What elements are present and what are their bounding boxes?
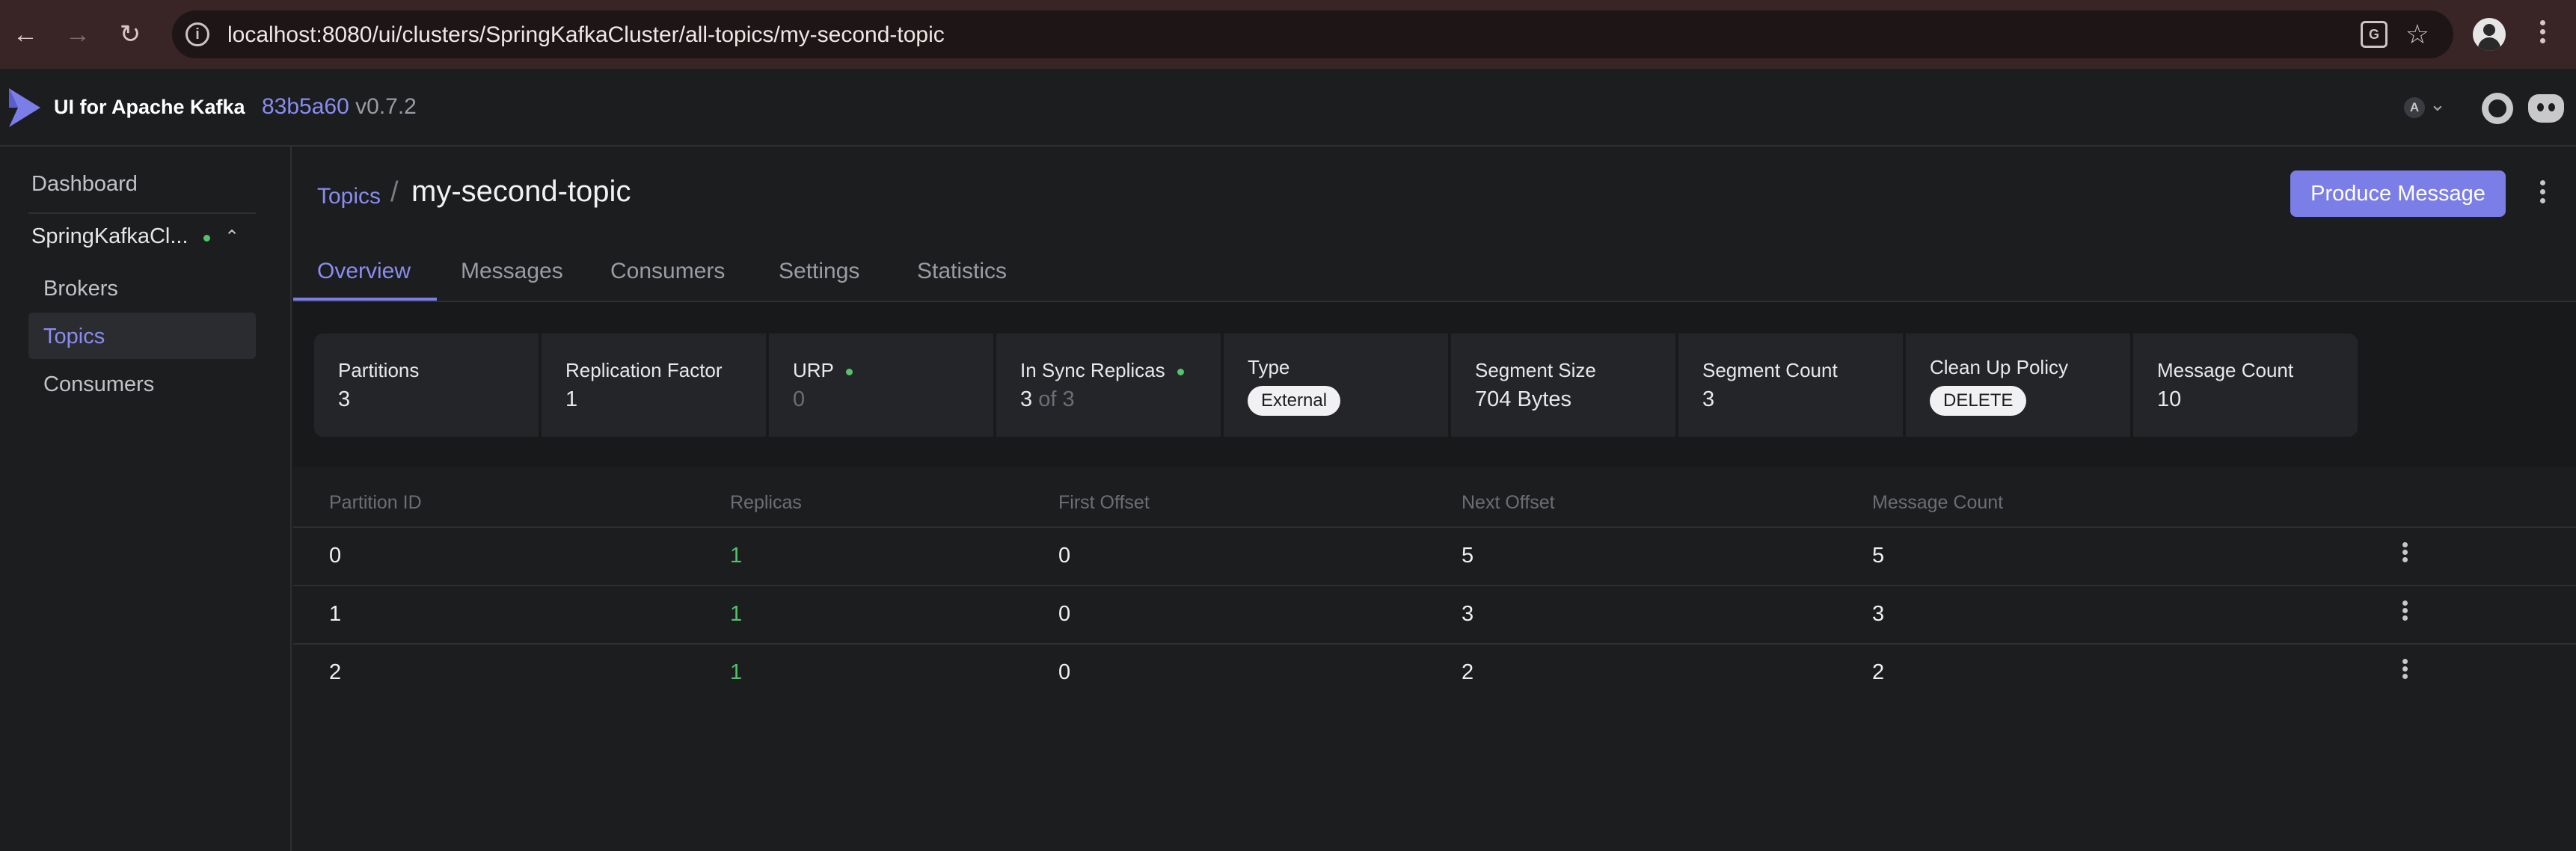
stat-value: 10 bbox=[2157, 387, 2182, 411]
stat-cleanup-policy: Clean Up Policy DELETE bbox=[1906, 334, 2130, 437]
stat-label: Message Count bbox=[2157, 359, 2294, 381]
topic-actions-kebab-icon[interactable] bbox=[2531, 176, 2554, 212]
table-divider bbox=[293, 526, 2576, 528]
app-header: UI for Apache Kafka 83b5a60 v0.7.2 A ⌄ bbox=[0, 69, 2576, 147]
produce-message-button[interactable]: Produce Message bbox=[2290, 170, 2506, 217]
stat-type: Type External bbox=[1224, 334, 1448, 437]
stat-value: 3 bbox=[1702, 387, 1715, 411]
stat-in-sync-replicas: In Sync Replicas 3 of 3 bbox=[996, 334, 1221, 437]
cell-first-offset: 0 bbox=[1058, 544, 1071, 568]
translate-icon[interactable]: G bbox=[2361, 21, 2388, 48]
cell-next-offset: 3 bbox=[1462, 602, 1474, 626]
stat-message-count: Message Count 10 bbox=[2133, 334, 2358, 437]
cleanup-policy-badge: DELETE bbox=[1930, 386, 2027, 416]
stat-label: URP bbox=[793, 359, 853, 382]
cluster-status-dot bbox=[203, 235, 210, 242]
stat-value: 0 bbox=[793, 387, 806, 411]
sidebar-divider bbox=[28, 212, 256, 214]
stat-label: Type bbox=[1248, 356, 1290, 378]
stat-label: In Sync Replicas bbox=[1020, 359, 1184, 382]
github-icon[interactable] bbox=[2482, 93, 2513, 124]
column-header-next-offset[interactable]: Next Offset bbox=[1462, 492, 1555, 514]
stat-segment-count: Segment Count 3 bbox=[1678, 334, 1903, 437]
sidebar-cluster-name[interactable]: SpringKafkaCl... bbox=[31, 224, 188, 249]
profile-icon[interactable] bbox=[2473, 18, 2506, 51]
cell-first-offset: 0 bbox=[1058, 602, 1071, 626]
cell-replicas: 1 bbox=[730, 602, 743, 626]
url-text[interactable]: localhost:8080/ui/clusters/SpringKafkaCl… bbox=[227, 22, 945, 48]
in-sync-status-dot bbox=[1177, 368, 1184, 375]
stat-value: 3 of 3 bbox=[1020, 387, 1075, 411]
chevron-down-icon: ⌄ bbox=[2429, 93, 2446, 115]
page-title: my-second-topic bbox=[411, 175, 631, 208]
back-icon[interactable]: ← bbox=[7, 16, 43, 52]
user-menu[interactable]: A ⌄ bbox=[2404, 93, 2452, 120]
column-header-replicas[interactable]: Replicas bbox=[730, 492, 802, 514]
sidebar-item-consumers[interactable]: Consumers bbox=[43, 372, 154, 397]
table-divider bbox=[293, 643, 2576, 645]
tab-settings[interactable]: Settings bbox=[779, 259, 859, 284]
browser-toolbar: ← → ↻ i localhost:8080/ui/clusters/Sprin… bbox=[0, 0, 2576, 69]
cell-replicas: 1 bbox=[730, 544, 743, 568]
stat-value: 3 bbox=[338, 387, 351, 411]
stat-label: Segment Size bbox=[1475, 359, 1596, 381]
tab-consumers[interactable]: Consumers bbox=[610, 259, 725, 284]
cell-partition-id: 1 bbox=[329, 602, 342, 626]
stat-label: Clean Up Policy bbox=[1930, 356, 2068, 378]
sidebar-item-brokers[interactable]: Brokers bbox=[43, 277, 118, 301]
tab-overview[interactable]: Overview bbox=[317, 259, 411, 284]
kafka-logo-icon[interactable] bbox=[6, 85, 43, 130]
forward-icon[interactable]: → bbox=[60, 16, 96, 52]
sidebar: Dashboard SpringKafkaCl... ⌄ Brokers Top… bbox=[0, 147, 292, 851]
column-header-partition-id[interactable]: Partition ID bbox=[329, 492, 422, 514]
cell-first-offset: 0 bbox=[1058, 660, 1071, 684]
cell-partition-id: 2 bbox=[329, 660, 342, 684]
sidebar-item-topics-label[interactable]: Topics bbox=[43, 325, 105, 349]
version-hash-link[interactable]: 83b5a60 bbox=[262, 94, 349, 119]
star-icon[interactable]: ☆ bbox=[2405, 16, 2429, 52]
stat-label: Partitions bbox=[338, 359, 420, 381]
type-badge: External bbox=[1248, 386, 1341, 416]
address-bar[interactable]: i localhost:8080/ui/clusters/SpringKafka… bbox=[172, 10, 2453, 58]
version-info: 83b5a60 v0.7.2 bbox=[262, 94, 417, 120]
cell-message-count: 5 bbox=[1872, 544, 1885, 568]
column-header-first-offset[interactable]: First Offset bbox=[1058, 492, 1150, 514]
stat-replication-factor: Replication Factor 1 bbox=[542, 334, 766, 437]
stat-label: Segment Count bbox=[1702, 359, 1838, 381]
cell-message-count: 3 bbox=[1872, 602, 1885, 626]
stat-value: 1 bbox=[565, 387, 578, 411]
discord-icon[interactable] bbox=[2528, 94, 2564, 123]
stat-value: 704 Bytes bbox=[1475, 387, 1571, 411]
stat-urp: URP 0 bbox=[769, 334, 993, 437]
row-actions-kebab-icon[interactable] bbox=[2393, 657, 2416, 686]
site-info-icon[interactable]: i bbox=[185, 22, 209, 46]
sidebar-item-dashboard[interactable]: Dashboard bbox=[31, 172, 138, 197]
stat-label: Replication Factor bbox=[565, 359, 723, 381]
version-tag: v0.7.2 bbox=[355, 94, 417, 119]
tab-statistics[interactable]: Statistics bbox=[917, 259, 1007, 284]
row-actions-kebab-icon[interactable] bbox=[2393, 598, 2416, 628]
table-divider bbox=[293, 585, 2576, 586]
user-avatar: A bbox=[2404, 97, 2425, 118]
cell-replicas: 1 bbox=[730, 660, 743, 684]
more-icon[interactable] bbox=[2531, 16, 2554, 52]
breadcrumb-separator: / bbox=[390, 176, 399, 208]
stat-partitions: Partitions 3 bbox=[314, 334, 539, 437]
column-header-message-count[interactable]: Message Count bbox=[1872, 492, 2003, 514]
breadcrumb-topics-link[interactable]: Topics bbox=[317, 184, 381, 209]
app-name[interactable]: UI for Apache Kafka bbox=[54, 96, 245, 119]
cell-message-count: 2 bbox=[1872, 660, 1885, 684]
stat-segment-size: Segment Size 704 Bytes bbox=[1451, 334, 1675, 437]
cell-partition-id: 0 bbox=[329, 544, 342, 568]
cell-next-offset: 2 bbox=[1462, 660, 1474, 684]
chevron-up-icon[interactable]: ⌄ bbox=[224, 224, 239, 246]
tab-messages[interactable]: Messages bbox=[461, 259, 563, 284]
row-actions-kebab-icon[interactable] bbox=[2393, 540, 2416, 570]
cell-next-offset: 5 bbox=[1462, 544, 1474, 568]
reload-icon[interactable]: ↻ bbox=[112, 16, 148, 52]
urp-status-dot bbox=[845, 368, 853, 375]
